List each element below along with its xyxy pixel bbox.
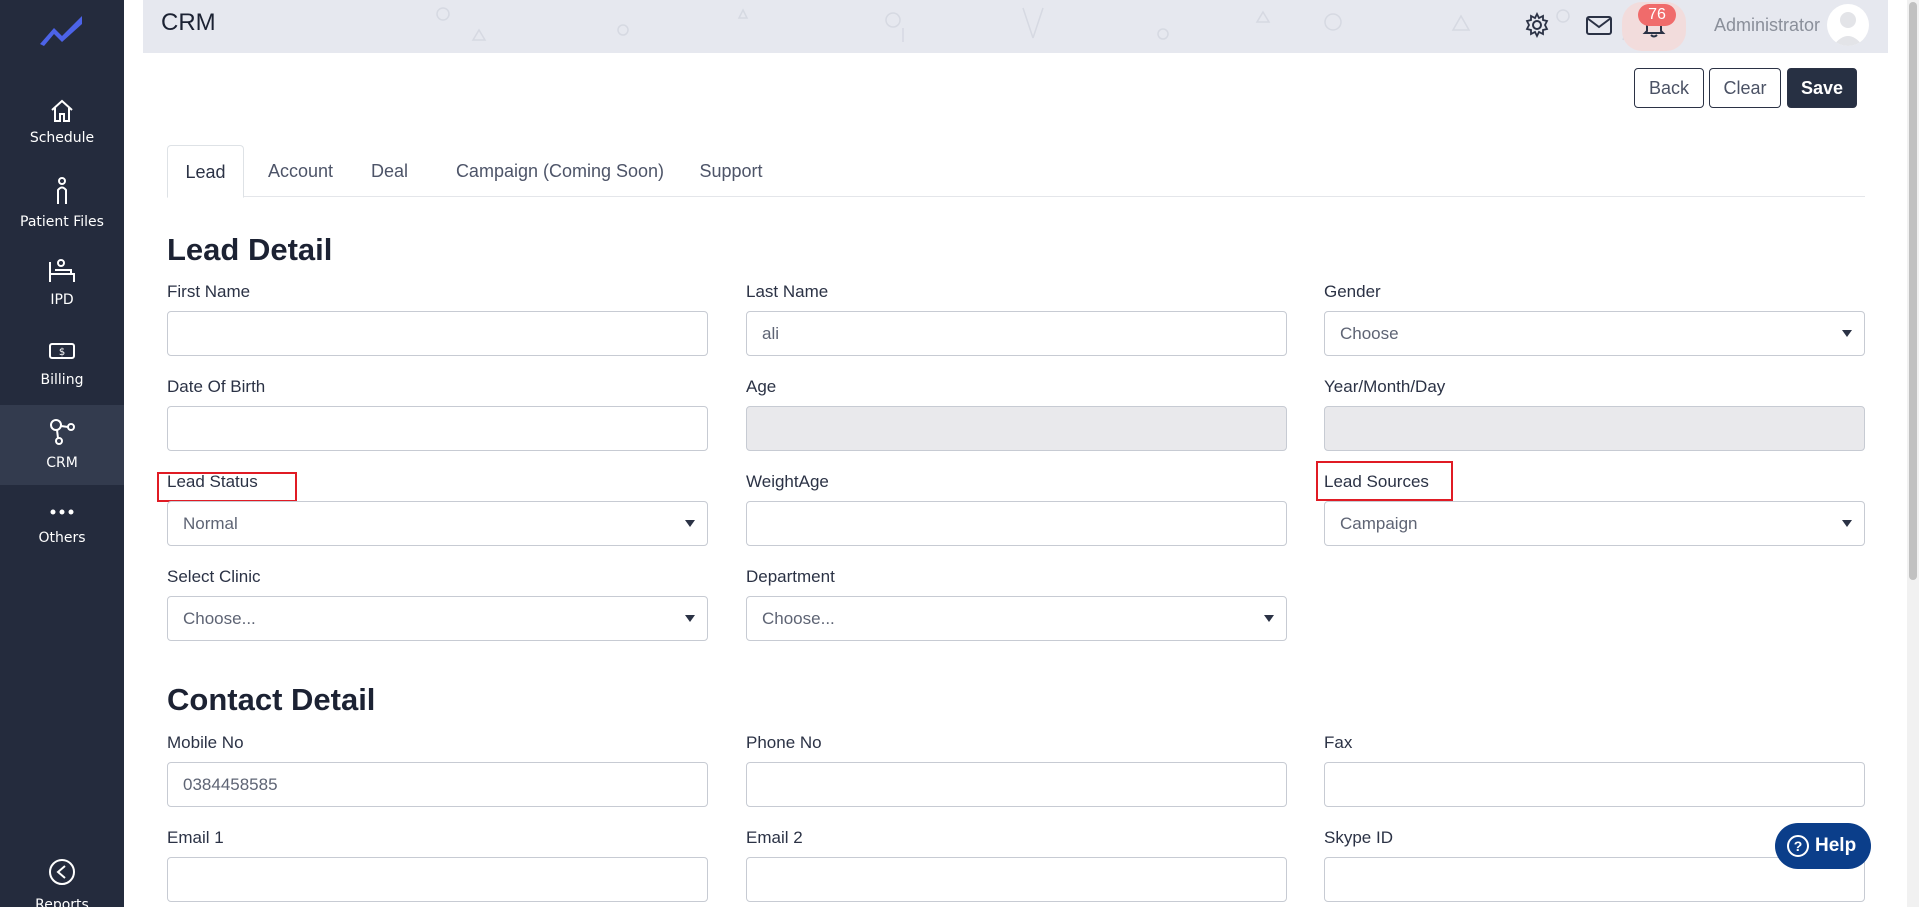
save-button[interactable]: Save — [1787, 68, 1857, 108]
back-button[interactable]: Back — [1634, 68, 1704, 108]
nav-others[interactable]: Others — [0, 490, 124, 570]
gender-value: Choose — [1340, 324, 1399, 343]
tab-support[interactable]: Support — [689, 145, 773, 197]
page-title: CRM — [161, 9, 216, 36]
tab-bar: Lead Account Deal Campaign (Coming Soon)… — [167, 145, 1865, 198]
nav-reports-label: Reports — [35, 897, 89, 907]
notification-badge: 76 — [1638, 4, 1676, 26]
mail-icon[interactable] — [1584, 10, 1614, 40]
chevron-down-icon — [685, 615, 695, 622]
age-input — [746, 406, 1287, 451]
lead-status-value: Normal — [183, 514, 238, 533]
last-name-label: Last Name — [746, 282, 829, 301]
phone-input[interactable] — [746, 762, 1287, 807]
more-dots-icon — [50, 509, 74, 515]
lead-detail-heading: Lead Detail — [167, 232, 333, 267]
skype-label: Skype ID — [1324, 828, 1393, 847]
ymd-input — [1324, 406, 1865, 451]
network-icon — [50, 419, 75, 445]
clinic-value: Choose... — [183, 609, 256, 628]
first-name-input[interactable] — [167, 311, 708, 356]
mobile-label: Mobile No — [167, 733, 244, 752]
nav-reports[interactable]: Reports — [0, 855, 124, 907]
age-label: Age — [746, 377, 777, 396]
gender-select[interactable]: Choose — [1324, 311, 1865, 356]
chevron-down-icon — [1842, 330, 1852, 337]
nav-schedule-label: Schedule — [29, 130, 95, 146]
clear-button[interactable]: Clear — [1709, 68, 1781, 108]
dob-input[interactable] — [167, 406, 708, 451]
top-header: CRM 76 Administrator — [143, 0, 1888, 53]
sidebar: Schedule Patient Files IPD $ Billing CRM — [0, 0, 124, 907]
svg-text:$: $ — [59, 347, 65, 358]
user-name[interactable]: Administrator — [1714, 15, 1820, 36]
money-icon: $ — [49, 343, 75, 359]
tab-lead[interactable]: Lead — [167, 145, 244, 198]
page-scrollbar[interactable] — [1907, 0, 1919, 907]
help-label: Help — [1815, 835, 1857, 856]
avatar[interactable] — [1827, 4, 1869, 46]
clinic-select[interactable]: Choose... — [167, 596, 708, 641]
nav-billing-label: Billing — [40, 372, 84, 388]
chevron-down-icon — [1264, 615, 1274, 622]
nav-ipd[interactable]: IPD — [0, 250, 124, 330]
lead-status-select[interactable]: Normal — [167, 501, 708, 546]
lead-sources-label: Lead Sources — [1324, 472, 1429, 491]
nav-patient-files[interactable]: Patient Files — [0, 170, 124, 250]
lead-sources-value: Campaign — [1340, 514, 1418, 533]
weightage-label: WeightAge — [746, 472, 829, 491]
clinic-label: Select Clinic — [167, 567, 261, 586]
tab-deal[interactable]: Deal — [364, 145, 415, 197]
chevron-down-icon — [1842, 520, 1852, 527]
department-select[interactable]: Choose... — [746, 596, 1287, 641]
person-icon — [57, 177, 67, 204]
phone-label: Phone No — [746, 733, 822, 752]
nav-schedule[interactable]: Schedule — [0, 88, 124, 168]
fax-input[interactable] — [1324, 762, 1865, 807]
weightage-input[interactable] — [746, 501, 1287, 546]
nav-others-label: Others — [38, 530, 86, 546]
nav-ipd-label: IPD — [50, 292, 74, 308]
help-button[interactable]: ? Help — [1775, 823, 1871, 869]
department-value: Choose... — [762, 609, 835, 628]
email1-label: Email 1 — [167, 828, 224, 847]
bed-icon — [49, 259, 75, 282]
chevron-down-icon — [685, 520, 695, 527]
fax-label: Fax — [1324, 733, 1353, 752]
nav-crm[interactable]: CRM — [0, 405, 124, 485]
department-label: Department — [746, 567, 835, 586]
tab-campaign[interactable]: Campaign (Coming Soon) — [451, 145, 669, 197]
scrollbar-thumb[interactable] — [1909, 2, 1917, 580]
user-avatar-icon — [1833, 12, 1863, 46]
chevron-left-circle-icon — [49, 859, 75, 885]
nav-billing[interactable]: $ Billing — [0, 330, 124, 410]
dob-label: Date Of Birth — [167, 377, 266, 396]
trend-line-icon[interactable] — [36, 12, 86, 48]
last-name-input[interactable]: ali — [746, 311, 1287, 356]
ymd-label: Year/Month/Day — [1324, 377, 1446, 396]
email2-input[interactable] — [746, 857, 1287, 902]
question-icon: ? — [1787, 835, 1809, 857]
first-name-label: First Name — [167, 282, 251, 301]
lead-sources-select[interactable]: Campaign — [1324, 501, 1865, 546]
tab-account[interactable]: Account — [259, 145, 342, 197]
nav-crm-label: CRM — [46, 455, 78, 471]
gear-icon[interactable] — [1522, 10, 1552, 40]
nav-patient-files-label: Patient Files — [20, 214, 104, 230]
gender-label: Gender — [1324, 282, 1381, 301]
email2-label: Email 2 — [746, 828, 803, 847]
mobile-input[interactable]: 0384458585 — [167, 762, 708, 807]
lead-status-label: Lead Status — [167, 472, 258, 491]
home-icon — [51, 99, 73, 122]
contact-detail-heading: Contact Detail — [167, 682, 376, 717]
email1-input[interactable] — [167, 857, 708, 902]
